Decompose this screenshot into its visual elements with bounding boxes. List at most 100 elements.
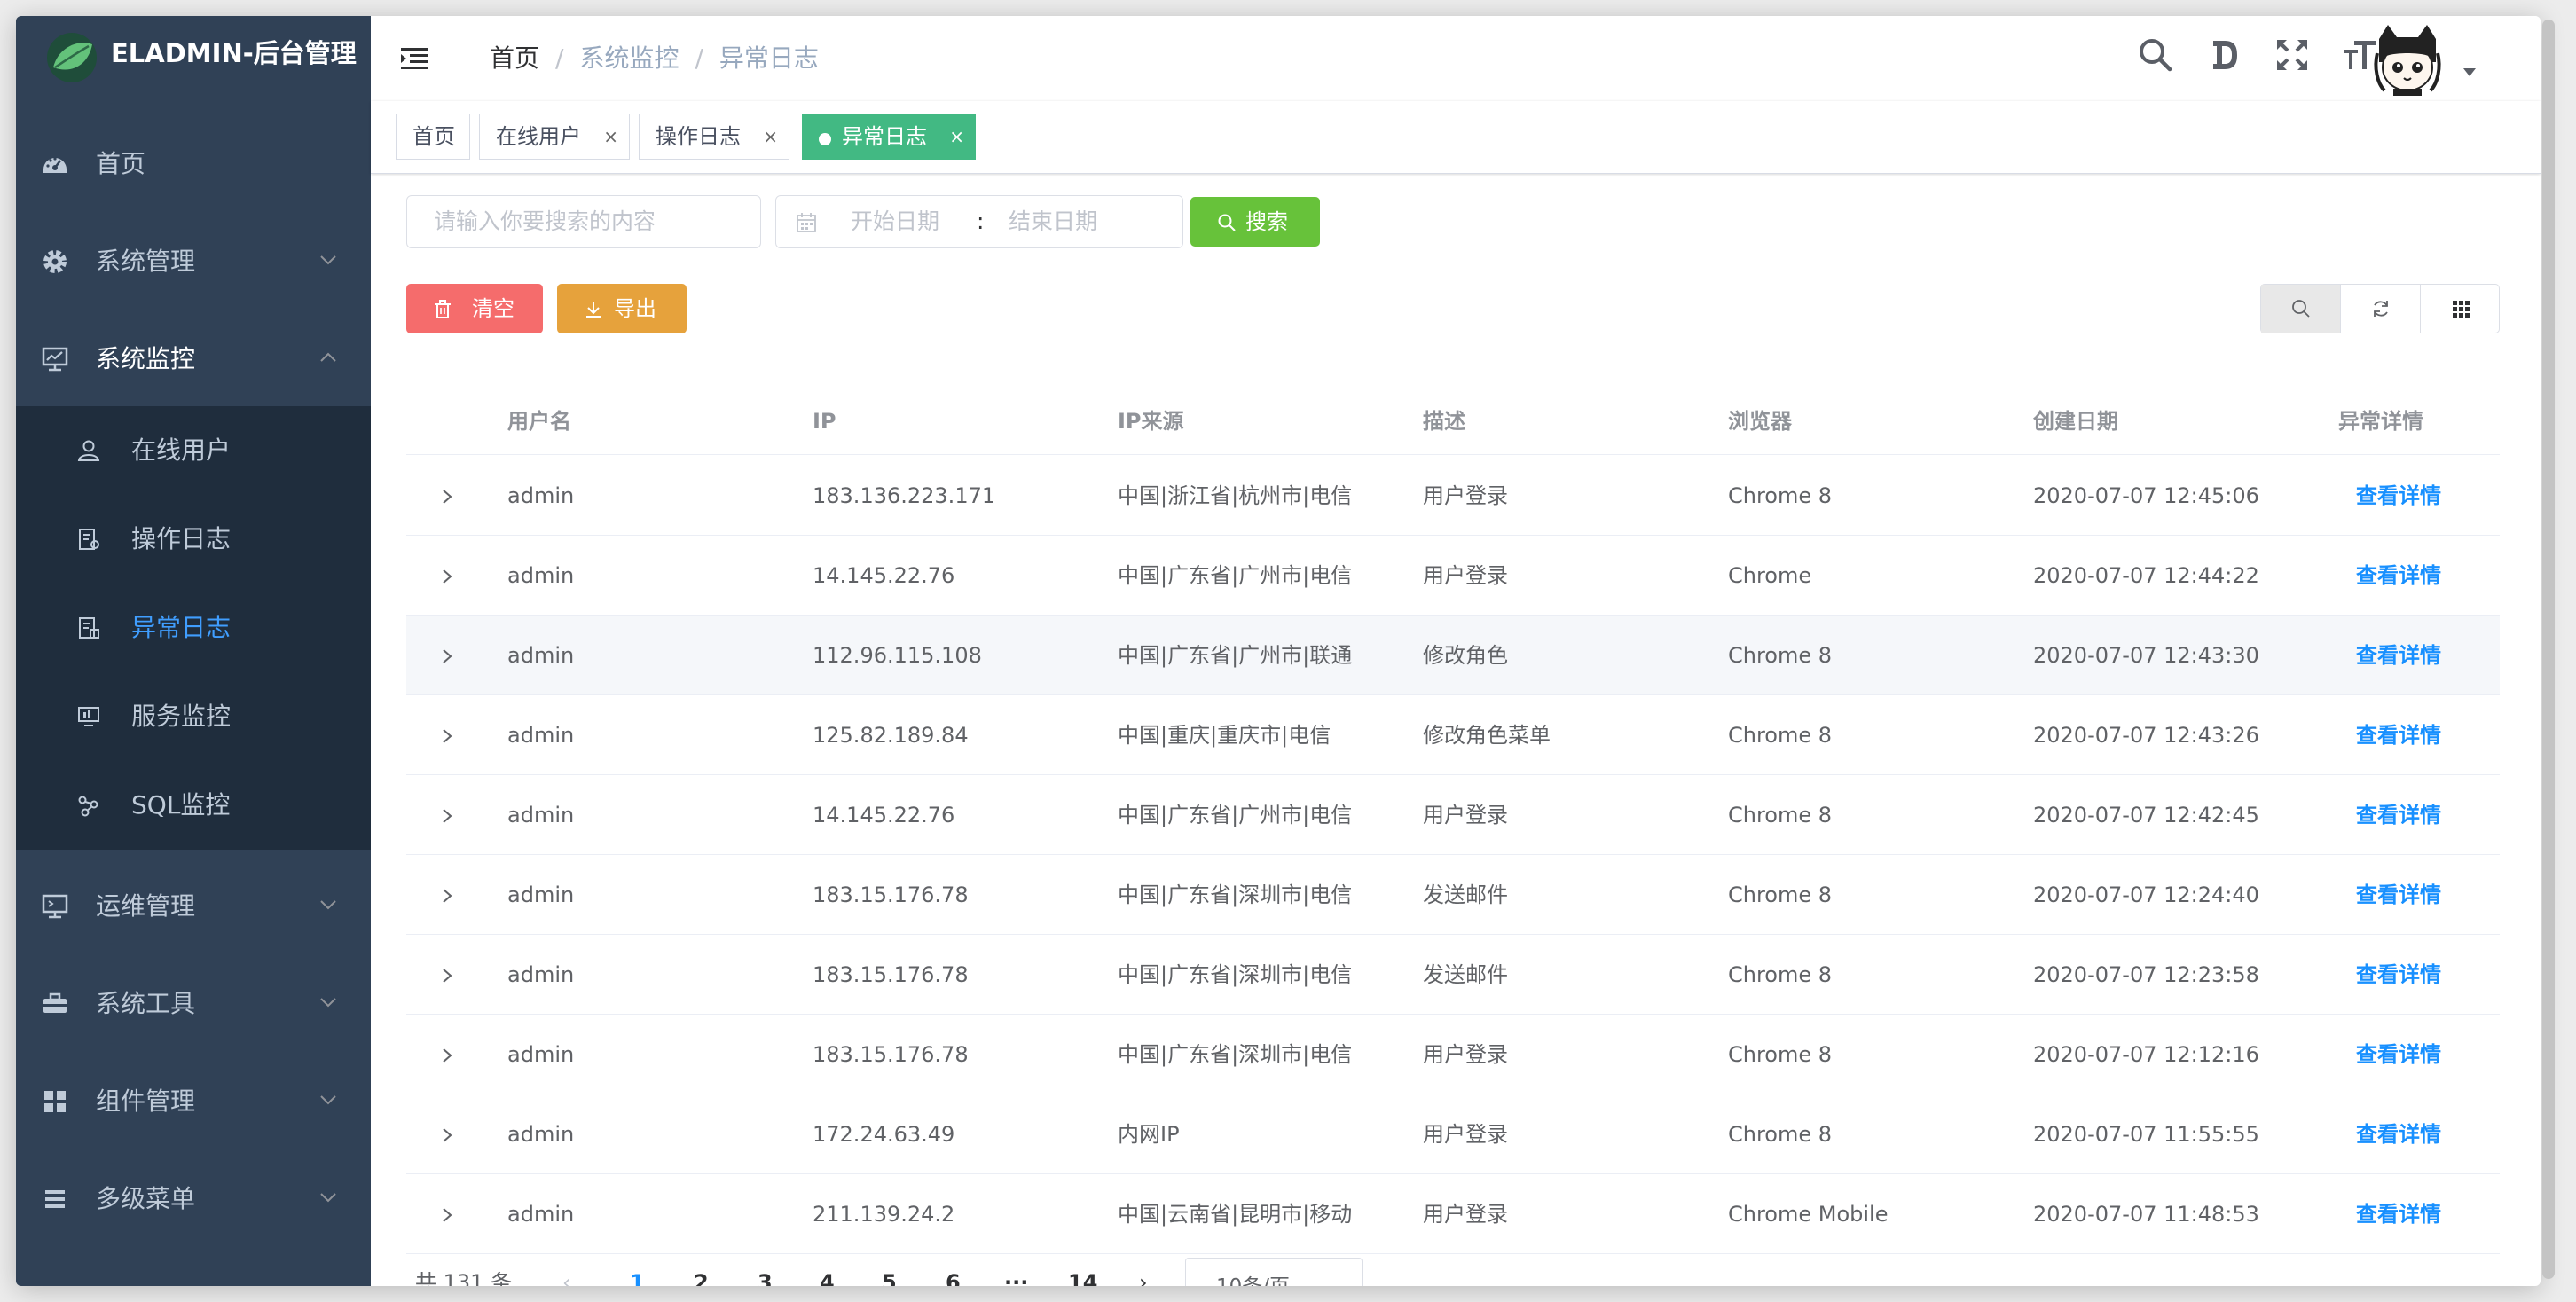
- caret-down-icon[interactable]: [2461, 66, 2478, 78]
- sidebar-item-component-management[interactable]: 组件管理: [16, 1054, 371, 1151]
- gear-icon: [43, 250, 67, 273]
- tag-label: 首页: [412, 124, 455, 149]
- toggle-search-button[interactable]: [2261, 285, 2341, 333]
- cell-created: 2020-07-07 11:55:55: [2033, 1122, 2259, 1147]
- sidebar-item-home[interactable]: 首页: [16, 116, 371, 214]
- cell-browser: Chrome Mobile: [1728, 1202, 1889, 1227]
- pagination-page-6[interactable]: 6: [946, 1265, 961, 1286]
- cell-username: admin: [507, 882, 575, 907]
- pagination-next-button[interactable]: ›: [1139, 1265, 1148, 1286]
- pagination-ellipsis[interactable]: ···: [1004, 1265, 1028, 1286]
- view-detail-link[interactable]: 查看详情: [2356, 536, 2441, 616]
- close-icon[interactable]: ×: [763, 122, 778, 152]
- cell-created: 2020-07-07 12:43:30: [2033, 643, 2259, 668]
- view-detail-link[interactable]: 查看详情: [2356, 1094, 2441, 1174]
- tag-home[interactable]: 首页: [396, 114, 470, 160]
- pagination-page-5[interactable]: 5: [882, 1265, 897, 1286]
- chevron-right-icon[interactable]: [440, 1126, 454, 1144]
- view-detail-link[interactable]: 查看详情: [2356, 1015, 2441, 1094]
- chevron-right-icon[interactable]: [440, 568, 454, 585]
- view-detail-link[interactable]: 查看详情: [2356, 695, 2441, 775]
- table-row[interactable]: admin 183.15.176.78 中国|广东省|深圳市|电信 发送邮件 C…: [406, 935, 2500, 1015]
- table-row[interactable]: admin 183.15.176.78 中国|广东省|深圳市|电信 发送邮件 C…: [406, 855, 2500, 935]
- chevron-right-icon[interactable]: [440, 887, 454, 905]
- view-detail-link[interactable]: 查看详情: [2356, 1174, 2441, 1254]
- sidebar-item-ops-management[interactable]: 运维管理: [16, 859, 371, 956]
- search-icon[interactable]: [2136, 35, 2175, 75]
- end-date-input[interactable]: 结束日期: [1009, 196, 1097, 247]
- clear-button[interactable]: 清空: [406, 284, 543, 333]
- sidebar-item-sql-monitor[interactable]: SQL监控: [16, 761, 371, 850]
- pagination-page-4[interactable]: 4: [820, 1265, 835, 1286]
- table-row[interactable]: admin 14.145.22.76 中国|广东省|广州市|电信 用户登录 Ch…: [406, 775, 2500, 855]
- tag-operation-log[interactable]: 操作日志 ×: [639, 114, 789, 160]
- cell-description: 用户登录: [1423, 563, 1508, 588]
- search-button[interactable]: 搜索: [1190, 197, 1320, 247]
- avatar[interactable]: [2370, 21, 2445, 96]
- submenu-system-monitor: 在线用户 操作日志 异常日志 服务监控 SQL监控: [16, 406, 371, 850]
- table-row[interactable]: admin 172.24.63.49 内网IP 用户登录 Chrome 8 20…: [406, 1094, 2500, 1174]
- table-row[interactable]: admin 112.96.115.108 中国|广东省|广州市|联通 修改角色 …: [406, 616, 2500, 695]
- chevron-right-icon[interactable]: [440, 488, 454, 506]
- chevron-right-icon[interactable]: [440, 1206, 454, 1224]
- submenu-item-label: 在线用户: [131, 435, 232, 465]
- view-detail-link[interactable]: 查看详情: [2356, 935, 2441, 1015]
- search-input[interactable]: 请输入你要搜索的内容: [406, 195, 761, 248]
- sidebar-item-error-log[interactable]: 异常日志: [16, 584, 371, 672]
- chevron-right-icon[interactable]: [440, 807, 454, 825]
- cell-created: 2020-07-07 12:23:58: [2033, 962, 2259, 987]
- breadcrumb-home[interactable]: 首页: [490, 43, 539, 73]
- view-detail-link[interactable]: 查看详情: [2356, 616, 2441, 695]
- search-placeholder: 请输入你要搜索的内容: [434, 208, 656, 234]
- sidebar-item-operation-log[interactable]: 操作日志: [16, 495, 371, 584]
- logo[interactable]: ELADMIN-后台管理: [16, 16, 371, 92]
- cell-browser: Chrome 8: [1728, 723, 1833, 748]
- close-icon[interactable]: ×: [603, 122, 618, 152]
- refresh-button[interactable]: [2341, 285, 2421, 333]
- sidebar-item-system-monitor[interactable]: 系统监控: [16, 311, 371, 409]
- table-row[interactable]: admin 14.145.22.76 中国|广东省|广州市|电信 用户登录 Ch…: [406, 536, 2500, 616]
- column-settings-button[interactable]: [2421, 285, 2501, 333]
- vertical-scrollbar[interactable]: [2542, 20, 2555, 1279]
- pagination-page-3[interactable]: 3: [758, 1265, 773, 1286]
- cell-description: 用户登录: [1423, 1042, 1508, 1067]
- pagination-page-2[interactable]: 2: [694, 1265, 709, 1286]
- fullscreen-icon[interactable]: [2273, 35, 2312, 75]
- view-detail-link[interactable]: 查看详情: [2356, 775, 2441, 855]
- pagination-page-14[interactable]: 14: [1068, 1265, 1097, 1286]
- sidebar-item-online-users[interactable]: 在线用户: [16, 406, 371, 495]
- export-button-label: 导出: [614, 296, 656, 321]
- hamburger-icon[interactable]: [399, 43, 431, 75]
- view-detail-link[interactable]: 查看详情: [2356, 855, 2441, 935]
- sidebar-item-label: 组件管理: [96, 1086, 196, 1116]
- chevron-right-icon[interactable]: [440, 1047, 454, 1064]
- table-row[interactable]: admin 183.136.223.171 中国|浙江省|杭州市|电信 用户登录…: [406, 456, 2500, 536]
- cell-browser: Chrome 8: [1728, 483, 1833, 508]
- sidebar-item-system-management[interactable]: 系统管理: [16, 214, 371, 311]
- table-row[interactable]: admin 183.15.176.78 中国|广东省|深圳市|电信 用户登录 C…: [406, 1015, 2500, 1094]
- close-icon[interactable]: ×: [949, 122, 964, 152]
- date-range-picker[interactable]: 开始日期 : 结束日期: [775, 195, 1183, 248]
- view-detail-link[interactable]: 查看详情: [2356, 456, 2441, 536]
- tag-online-users[interactable]: 在线用户 ×: [479, 114, 630, 160]
- pagination-prev-button[interactable]: ‹: [562, 1265, 571, 1286]
- table-row[interactable]: admin 125.82.189.84 中国|重庆|重庆市|电信 修改角色菜单 …: [406, 695, 2500, 775]
- cell-created: 2020-07-07 12:42:45: [2033, 803, 2259, 827]
- start-date-input[interactable]: 开始日期: [851, 196, 939, 247]
- chevron-right-icon[interactable]: [440, 647, 454, 665]
- tag-error-log[interactable]: 异常日志 ×: [802, 114, 976, 160]
- export-button[interactable]: 导出: [557, 284, 687, 333]
- sidebar-item-server-monitor[interactable]: 服务监控: [16, 672, 371, 761]
- chevron-right-icon[interactable]: [440, 967, 454, 984]
- pagination-page-1[interactable]: 1: [630, 1265, 645, 1286]
- server-icon: [42, 894, 68, 919]
- navbar: 首页 / 系统监控 / 异常日志: [371, 16, 2541, 101]
- table-row[interactable]: admin 211.139.24.2 中国|云南省|昆明市|移动 用户登录 Ch…: [406, 1174, 2500, 1254]
- sidebar-item-system-tools[interactable]: 系统工具: [16, 956, 371, 1054]
- sidebar-item-multilevel-menu[interactable]: 多级菜单: [16, 1151, 371, 1249]
- chevron-right-icon[interactable]: [440, 727, 454, 745]
- cell-ip-location: 中国|广东省|深圳市|电信: [1118, 882, 1353, 907]
- cell-username: admin: [507, 1042, 575, 1067]
- page-size-select[interactable]: 10条/页: [1185, 1258, 1363, 1286]
- docs-icon[interactable]: [2205, 35, 2244, 75]
